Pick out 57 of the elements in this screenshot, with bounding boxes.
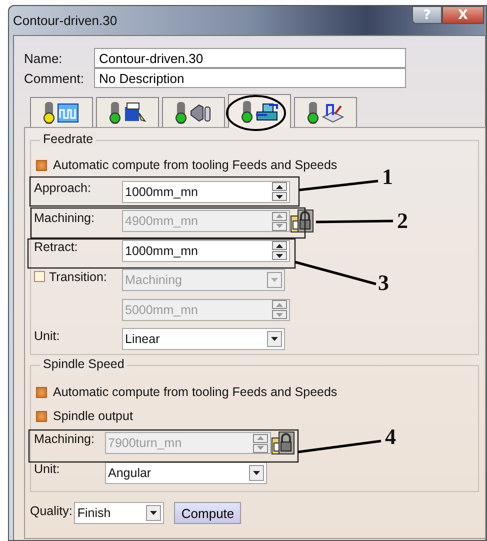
callout-number: 2 <box>397 209 408 233</box>
field-label: Machining: <box>34 432 94 446</box>
tab[interactable] <box>228 94 291 128</box>
up-arrow-icon <box>276 302 283 307</box>
checkbox-label: Spindle output <box>53 409 133 423</box>
down-arrow-icon <box>276 224 283 228</box>
caret-icon <box>271 337 278 342</box>
down-arrow-icon <box>257 446 264 450</box>
caret-icon <box>150 511 158 515</box>
group-title: Spindle Speed <box>40 357 128 371</box>
spin-field[interactable]: 1000mm_mn <box>122 240 290 262</box>
tab[interactable] <box>30 97 93 127</box>
window-title: Contour-driven.30 <box>13 13 118 28</box>
callout-number: 1 <box>382 165 393 189</box>
field-label: Transition: <box>49 270 107 284</box>
up-arrow-icon <box>257 436 264 440</box>
tab[interactable] <box>96 97 159 127</box>
checkbox-label: Automatic compute from tooling Feeds and Speeds <box>53 385 338 399</box>
spin-down-button[interactable] <box>272 251 287 260</box>
spin-up-button[interactable] <box>272 241 287 250</box>
cutter-icon <box>123 100 147 124</box>
text-field[interactable]: No Description <box>94 68 406 88</box>
group-title: Feedrate <box>40 132 96 146</box>
field-label: Unit: <box>34 328 60 342</box>
up-arrow-icon <box>276 244 283 248</box>
checkbox[interactable] <box>36 160 47 170</box>
down-arrow-icon <box>276 312 283 317</box>
field-label: Unit: <box>34 462 60 476</box>
text-field[interactable]: Contour-driven.30 <box>94 48 406 68</box>
highlight-ellipse <box>226 95 286 131</box>
callout-number: 3 <box>378 271 389 295</box>
checkbox[interactable] <box>36 410 47 422</box>
spin-down-button[interactable] <box>272 192 287 202</box>
field-label: Name: <box>24 50 64 66</box>
checkbox-label: Automatic compute from tooling Feeds and Speeds <box>53 158 338 172</box>
dropdown[interactable]: Linear <box>122 328 285 350</box>
field-label: Comment: <box>24 70 85 86</box>
spin-field[interactable]: 1000mm_mn <box>122 180 290 203</box>
field-label: Quality: <box>30 503 72 518</box>
checkbox[interactable] <box>36 386 47 398</box>
compute-button[interactable]: Compute <box>174 502 242 524</box>
field-label: Retract: <box>34 240 78 254</box>
down-arrow-icon <box>276 194 283 199</box>
field-label: Machining: <box>34 210 94 224</box>
field-label: Approach: <box>34 181 91 195</box>
tab[interactable] <box>294 97 357 127</box>
caret-icon <box>271 278 278 282</box>
down-arrow-icon <box>276 254 283 258</box>
dropdown[interactable]: Angular <box>105 462 267 484</box>
spin-up-button[interactable] <box>272 182 287 192</box>
caret-icon <box>253 471 260 475</box>
up-arrow-icon <box>276 184 283 189</box>
wave-chart-icon <box>57 100 81 124</box>
callout-number: 4 <box>385 425 396 449</box>
dropdown[interactable]: Finish <box>74 502 164 524</box>
tab[interactable] <box>162 97 225 127</box>
up-arrow-icon <box>276 214 283 218</box>
